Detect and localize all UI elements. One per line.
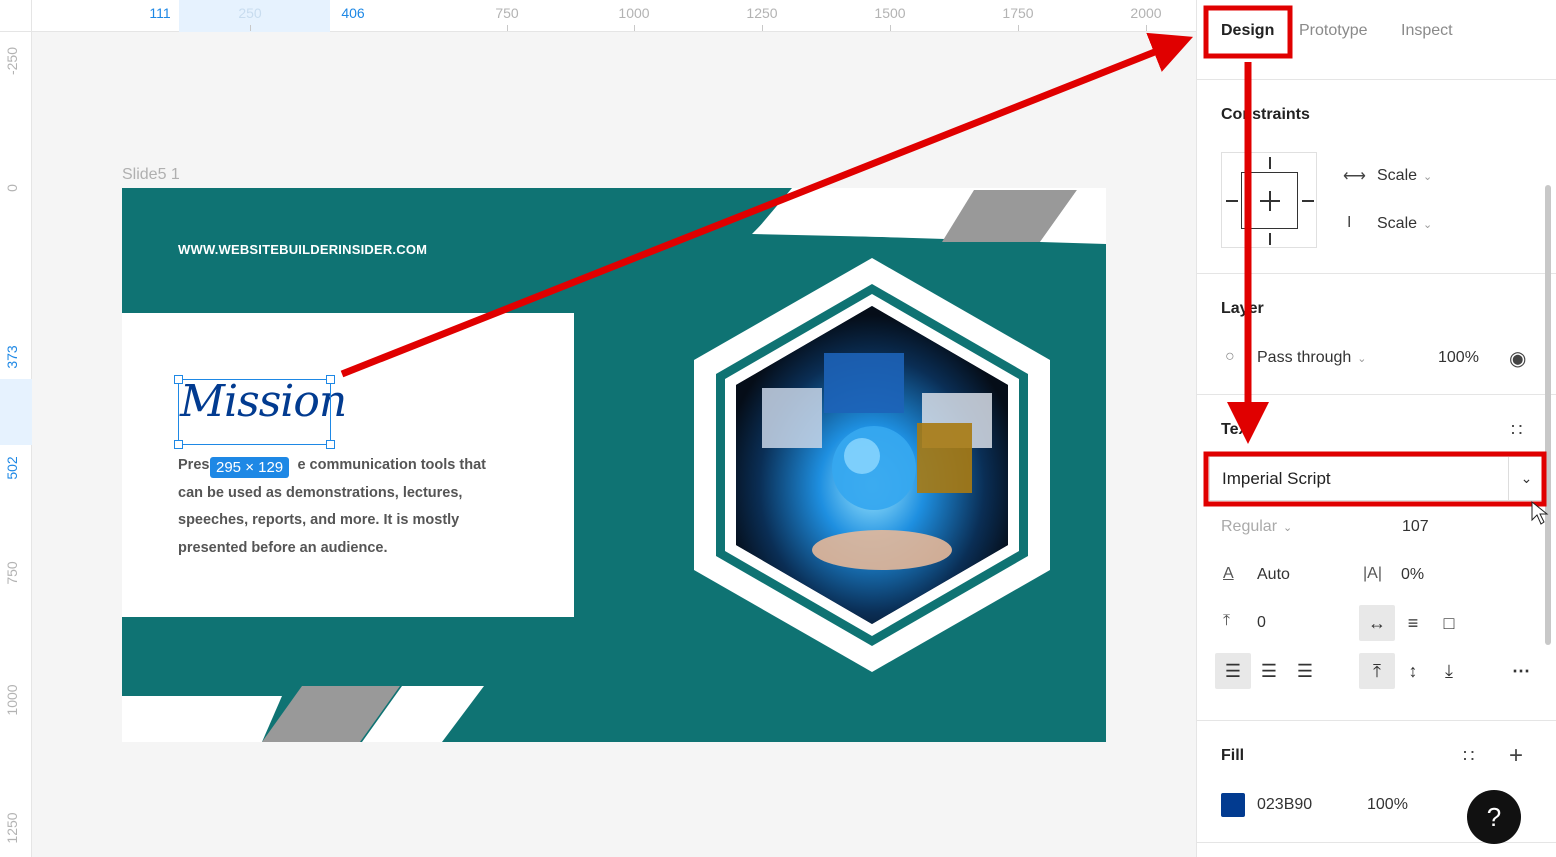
- selection-size-badge: 295 × 129: [210, 457, 290, 478]
- line-height-icon: A: [1223, 565, 1234, 582]
- eye-icon[interactable]: ◉: [1509, 346, 1526, 371]
- align-bottom-icon[interactable]: ⤓: [1431, 653, 1467, 689]
- fill-color-swatch[interactable]: [1221, 793, 1245, 817]
- ruler-tick: 1500: [874, 5, 906, 21]
- tab-prototype[interactable]: Prototype: [1299, 22, 1367, 40]
- ruler-tick: 111: [149, 5, 171, 21]
- ruler-tick: 406: [341, 5, 365, 21]
- ruler-corner: [0, 0, 32, 32]
- ruler-tick: 250: [238, 5, 262, 21]
- ruler-tick: 502: [4, 456, 20, 480]
- paragraph-spacing-input[interactable]: 0: [1257, 614, 1266, 632]
- resize-handle[interactable]: [326, 375, 335, 384]
- constraints-title: Constraints: [1221, 106, 1310, 123]
- fill-title: Fill: [1221, 747, 1245, 764]
- horizontal-constraint-icon: ⟷: [1343, 168, 1366, 185]
- tab-design[interactable]: Design: [1221, 22, 1274, 40]
- font-weight-value: Regular: [1221, 518, 1278, 535]
- chevron-down-icon: ⌄: [1357, 353, 1367, 365]
- vertical-constraint-icon: I: [1347, 214, 1352, 231]
- auto-height-icon[interactable]: ≡: [1395, 605, 1431, 641]
- add-fill-icon[interactable]: +: [1509, 742, 1523, 770]
- chevron-down-icon: ⌄: [1423, 219, 1433, 231]
- horizontal-constraint-value: Scale: [1377, 167, 1418, 184]
- ruler-tick: 2000: [1130, 5, 1162, 21]
- ruler-tick: 1000: [618, 5, 650, 21]
- chevron-down-icon: ⌄: [1423, 171, 1433, 183]
- fill-opacity-input[interactable]: 100%: [1367, 796, 1408, 814]
- blend-mode-select[interactable]: Pass through ⌄: [1257, 349, 1367, 367]
- ruler-tick: 750: [495, 5, 519, 21]
- styles-grid-icon[interactable]: ∷: [1511, 420, 1522, 441]
- constraints-widget[interactable]: [1221, 152, 1317, 248]
- more-options-icon[interactable]: ⋯: [1503, 653, 1539, 689]
- resize-handle[interactable]: [174, 440, 183, 449]
- chevron-down-icon: ⌄: [1283, 522, 1293, 534]
- align-middle-icon[interactable]: ↕: [1395, 653, 1431, 689]
- fill-hex-input[interactable]: 023B90: [1257, 796, 1312, 814]
- auto-width-icon[interactable]: ↔: [1359, 605, 1395, 641]
- styles-grid-icon[interactable]: ∷: [1463, 746, 1474, 767]
- resize-handle[interactable]: [174, 375, 183, 384]
- ruler-tick: 1750: [1002, 5, 1034, 21]
- layer-title: Layer: [1221, 300, 1264, 317]
- font-size-input[interactable]: 107: [1402, 518, 1429, 536]
- vertical-constraint-select[interactable]: Scale ⌄: [1377, 215, 1432, 233]
- vertical-ruler: -250 0 373 502 750 1000 1250: [0, 32, 32, 857]
- chevron-down-icon[interactable]: ⌄: [1508, 457, 1544, 500]
- panel-scrollbar[interactable]: [1545, 185, 1551, 645]
- section-divider: [1197, 720, 1556, 721]
- horizontal-constraint-select[interactable]: Scale ⌄: [1377, 167, 1432, 185]
- text-title: Text: [1221, 421, 1253, 438]
- selection-box[interactable]: [178, 379, 331, 445]
- align-right-icon[interactable]: ☰: [1287, 653, 1323, 689]
- ruler-tick: 1250: [746, 5, 778, 21]
- line-height-input[interactable]: Auto: [1257, 566, 1290, 584]
- ruler-tick: -250: [4, 46, 20, 76]
- ruler-tick: 0: [4, 184, 20, 192]
- ruler-tick: 373: [4, 345, 20, 369]
- align-left-icon[interactable]: ☰: [1215, 653, 1251, 689]
- vertical-constraint-value: Scale: [1377, 215, 1418, 232]
- fixed-size-icon[interactable]: □: [1431, 605, 1467, 641]
- blend-mode-icon: ○: [1225, 348, 1235, 365]
- ruler-tick: 750: [4, 561, 20, 585]
- body-text-start: Pres: [178, 457, 210, 473]
- slide-url: WWW.WEBSITEBUILDERINSIDER.COM: [178, 242, 428, 257]
- align-center-icon[interactable]: ☰: [1251, 653, 1287, 689]
- letter-spacing-input[interactable]: 0%: [1401, 566, 1424, 584]
- letter-spacing-icon: |A|: [1363, 565, 1382, 582]
- layer-opacity[interactable]: 100%: [1438, 349, 1479, 367]
- ruler-tick: 1250: [4, 812, 20, 844]
- font-family-value: Imperial Script: [1222, 469, 1331, 488]
- properties-panel: Design Prototype Inspect Constraints ⟷ S…: [1196, 0, 1556, 857]
- resize-handle[interactable]: [326, 440, 335, 449]
- horizontal-ruler: 111 250 406 750 1000 1250 1500 1750 2000: [0, 0, 1196, 32]
- align-top-icon[interactable]: ⤒: [1359, 653, 1395, 689]
- paragraph-spacing-icon: ⤒: [1223, 612, 1231, 629]
- section-divider: [1197, 273, 1556, 274]
- tab-inspect[interactable]: Inspect: [1401, 22, 1453, 40]
- panel-tabs: Design Prototype Inspect: [1197, 0, 1556, 80]
- frame-label[interactable]: Slide5 1: [122, 166, 180, 184]
- blend-mode-value: Pass through: [1257, 349, 1352, 366]
- font-weight-select[interactable]: Regular ⌄: [1221, 518, 1292, 536]
- ruler-selection-highlight: [0, 379, 32, 445]
- help-button[interactable]: ?: [1467, 790, 1521, 844]
- section-divider: [1197, 394, 1556, 395]
- font-family-select[interactable]: Imperial Script ⌄: [1209, 456, 1545, 501]
- ruler-tick: 1000: [4, 684, 20, 716]
